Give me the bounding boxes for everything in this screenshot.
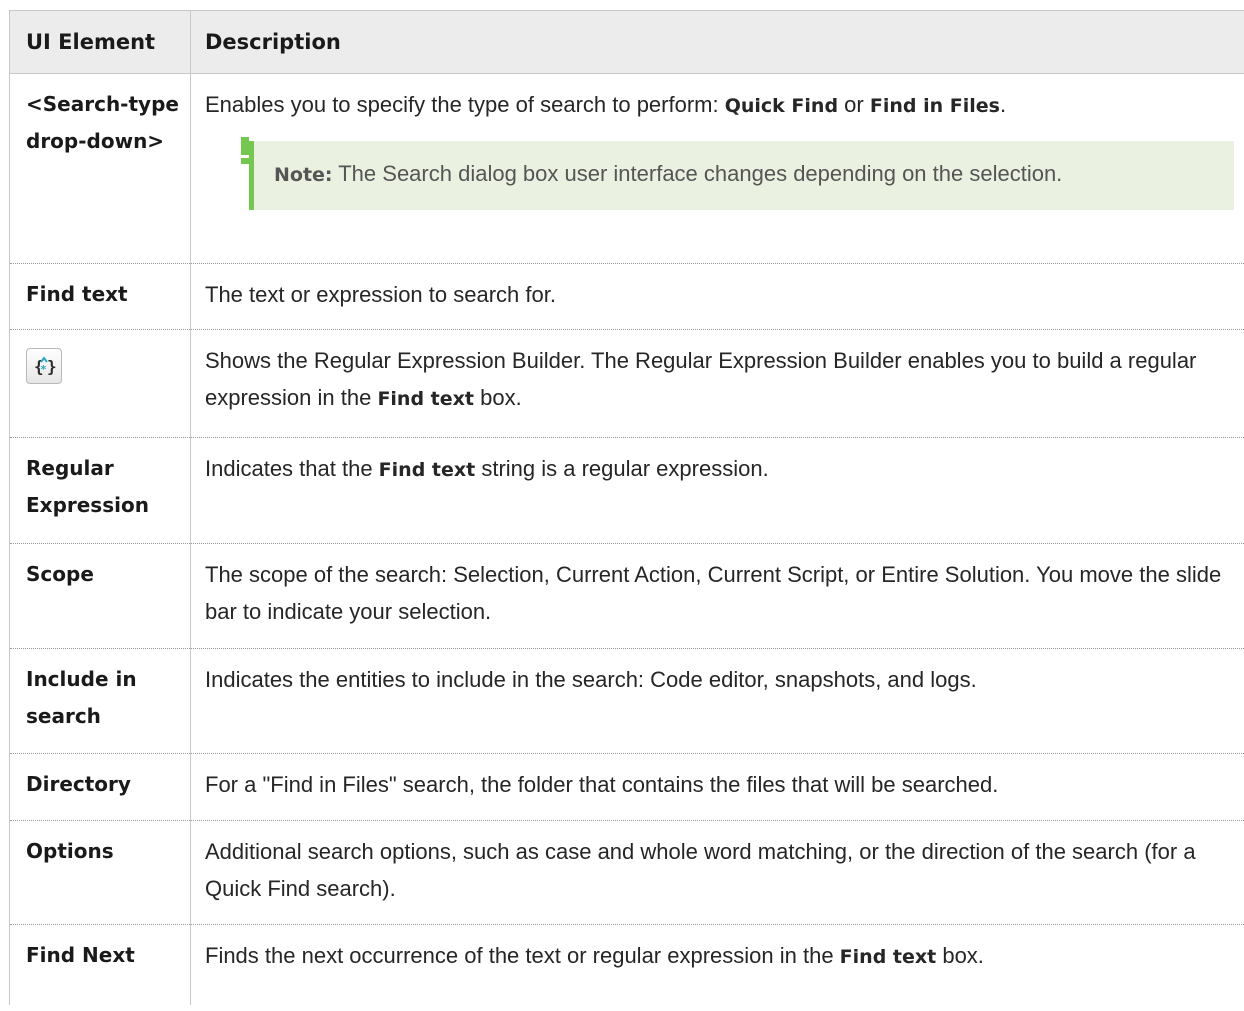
table-header-row: UI Element Description [9,10,1244,74]
ui-element-cell: Find Next [9,924,191,1005]
ui-element-name: Find text [26,282,128,306]
ui-element-cell: Options [9,820,191,925]
description-bold: Find text [839,946,937,968]
ui-element-name: Include in search [26,667,137,728]
regular-expression-builder-button[interactable]: { } * [26,348,62,384]
ui-element-name: Options [26,839,114,863]
ui-element-name: Directory [26,772,131,796]
description-cell: The text or expression to search for. [190,263,1244,330]
ui-element-cell: Regular Expression [9,437,191,544]
column-header-ui-element: UI Element [9,10,191,74]
table-row: Options Additional search options, such … [9,820,1244,925]
description-bold: Find in Files [869,95,1000,117]
regular-expression-builder-icon: { } * [34,356,57,376]
description-bold: Find text [377,388,474,410]
ui-elements-table: UI Element Description <Search-type drop… [9,10,1244,1005]
description-text: The scope of the search: Selection, Curr… [205,562,1222,624]
description-text: or [838,92,870,117]
ui-element-name: <Search-type drop-down> [26,92,179,153]
description-text: The text or expression to search for. [205,282,556,307]
ui-element-cell: Scope [9,543,191,649]
column-header-description: Description [190,10,1244,74]
ui-element-cell: Find text [9,263,191,330]
description-bold: Quick Find [724,95,839,117]
ui-element-name: Find Next [26,943,135,967]
note-box: Note: The Search dialog box user interfa… [241,137,1234,210]
description-cell: For a "Find in Files" search, the folder… [190,753,1244,821]
description-bold: Find text [378,459,476,481]
description-cell: Finds the next occurrence of the text or… [191,925,1244,1005]
table-row: Regular Expression Indicates that the Fi… [9,437,1244,544]
description-text: Indicates the entities to include in the… [205,667,977,692]
description-text: string is a regular expression. [475,456,769,481]
exclamation-icon [241,137,249,164]
table-row: Find Next Finds the next occurrence of t… [9,924,1244,1005]
svg-text:*: * [41,363,47,376]
description-cell: Enables you to specify the type of searc… [190,73,1244,264]
table-row: Scope The scope of the search: Selection… [9,543,1244,649]
description-text: Shows the Regular Expression Builder. Th… [205,348,1197,410]
ui-element-cell: <Search-type drop-down> [9,73,191,264]
description-cell: Indicates the entities to include in the… [190,648,1244,754]
description-text: Enables you to specify the type of searc… [205,92,725,117]
description-text: Finds the next occurrence of the text or… [205,943,840,968]
table-row: Include in search Indicates the entities… [9,648,1244,754]
description-text: Additional search options, such as case … [205,839,1196,901]
ui-element-name: Regular Expression [26,456,149,517]
note-text: The Search dialog box user interface cha… [332,161,1063,186]
description-text: Indicates that the [205,456,379,481]
table-row: Directory For a "Find in Files" search, … [9,753,1244,821]
ui-element-cell: Include in search [9,648,191,754]
table-row: <Search-type drop-down> Enables you to s… [9,73,1244,264]
description-text: For a "Find in Files" search, the folder… [205,772,999,797]
description-cell: The scope of the search: Selection, Curr… [190,543,1244,649]
table-row: { } * Shows the Regular Expression Build… [9,329,1244,438]
table-row: Find text The text or expression to sear… [9,263,1244,330]
description-cell: Additional search options, such as case … [190,820,1244,925]
ui-element-name: Scope [26,562,94,586]
ui-element-cell: Directory [9,753,191,821]
description-text: box. [936,943,984,968]
description-text: box. [473,385,522,410]
description-text: . [999,92,1007,117]
description-cell: Shows the Regular Expression Builder. Th… [190,329,1244,438]
ui-element-cell: { } * [9,329,191,438]
description-cell: Indicates that the Find text string is a… [190,437,1244,544]
svg-text:}: } [47,357,57,376]
note-label: Note: [274,164,333,186]
